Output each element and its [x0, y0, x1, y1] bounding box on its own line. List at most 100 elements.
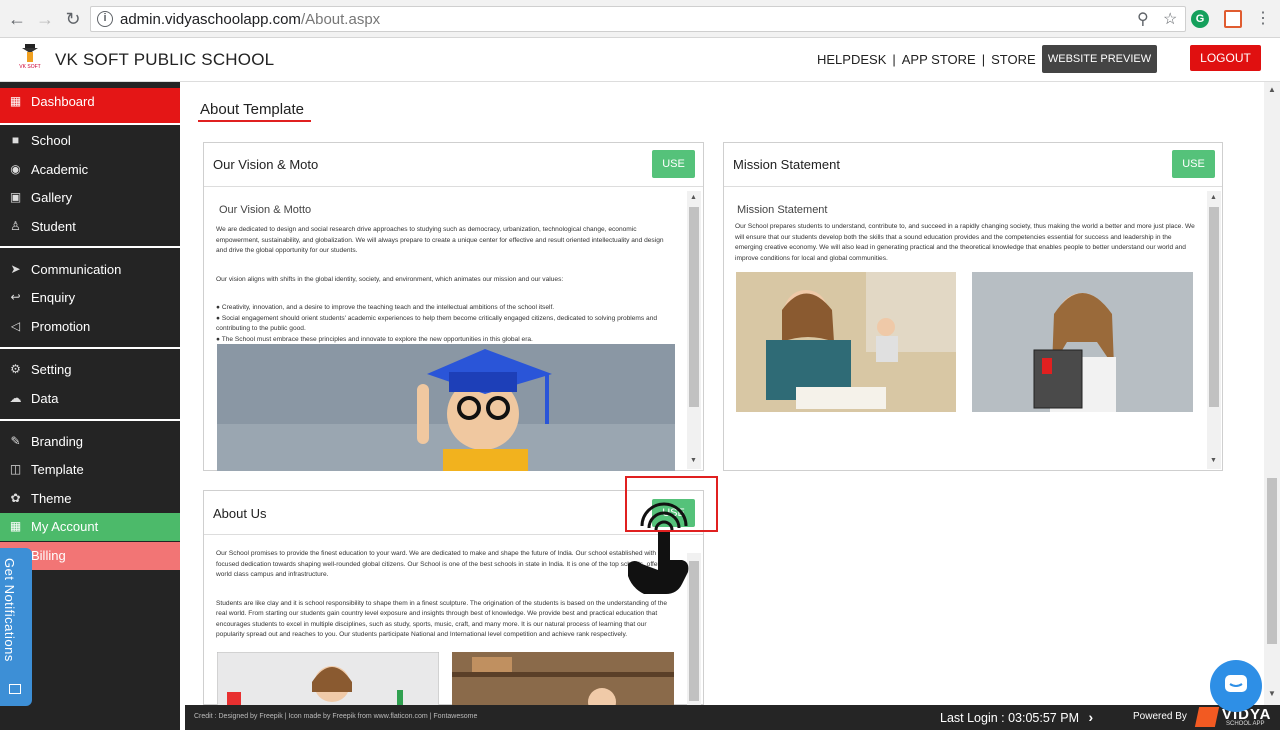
scroll-down-icon[interactable]: ▼ — [1268, 689, 1276, 698]
building-icon: ▦ — [9, 519, 22, 533]
card-title: Our Vision & Moto — [213, 157, 319, 172]
scroll-up-icon[interactable]: ▲ — [690, 194, 697, 201]
sidebar-item-label: Dashboard — [31, 94, 95, 109]
sidebar-item-theme[interactable]: ✿ Theme — [0, 485, 180, 513]
last-login: Last Login : 03:05:57 PM › — [940, 709, 1094, 725]
scroll-thumb[interactable] — [1209, 207, 1219, 407]
logout-button[interactable]: LOGOUT — [1190, 45, 1261, 71]
forward-icon[interactable]: → — [34, 8, 56, 30]
preview-paragraph: Our School prepares students to understa… — [735, 223, 1195, 262]
use-button[interactable]: USE — [1172, 150, 1215, 178]
student-writing-image — [736, 272, 956, 412]
library-image — [452, 652, 674, 706]
sidebar-item-label: Academic — [31, 162, 89, 177]
card-title: About Us — [213, 506, 267, 521]
footer: Credit : Designed by Freepik | Icon made… — [185, 705, 1280, 730]
template-preview[interactable]: Mission Statement Our School prepares st… — [735, 201, 1195, 416]
info-icon[interactable]: i — [97, 11, 113, 27]
sidebar-item-academic[interactable]: ◉ Academic — [0, 156, 180, 184]
student-holding-book-image — [972, 272, 1193, 412]
preview-paragraph: Students are like clay and it is school … — [216, 599, 668, 639]
store-link[interactable]: STORE — [991, 52, 1036, 67]
sidebar-item-label: Setting — [31, 362, 72, 377]
top-links: HELPDESK | APP STORE | STORE — [817, 52, 1036, 67]
sidebar-item-data[interactable]: ☁ Data — [0, 385, 180, 413]
sidebar-item-label: School — [31, 133, 71, 148]
preview-heading: Our Vision & Motto — [219, 204, 312, 216]
sidebar-item-my-account[interactable]: ▦ My Account — [0, 513, 180, 541]
student-icon: ♙ — [10, 219, 21, 233]
sidebar-item-template[interactable]: ◫ Template — [0, 456, 180, 484]
menu-icon[interactable]: ⋮ — [1252, 8, 1274, 30]
brand-sub: SCHOOL APP — [1226, 721, 1265, 727]
grammarly-icon[interactable]: G — [1191, 10, 1209, 28]
page-title: About Template — [200, 101, 304, 118]
sidebar-item-communication[interactable]: ➤ Communication — [0, 256, 180, 284]
preview-bullet: ● Creativity, innovation, and a desire t… — [216, 304, 555, 311]
card-scrollbar[interactable]: ▲ ▼ — [687, 191, 701, 469]
sidebar-item-enquiry[interactable]: ↩ Enquiry — [0, 284, 180, 312]
reload-icon[interactable]: ↻ — [62, 8, 84, 30]
star-icon[interactable]: ☆ — [1163, 9, 1177, 29]
scroll-up-icon[interactable]: ▲ — [1268, 85, 1276, 94]
sidebar-item-label: Data — [31, 391, 59, 406]
card-vision: Our Vision & Moto USE Our Vision & Motto… — [203, 142, 704, 471]
sidebar-item-gallery[interactable]: ▣ Gallery — [0, 184, 180, 212]
sidebar-item-label: Communication — [31, 262, 122, 277]
sidebar-item-label: Template — [31, 462, 84, 477]
preview-bullet: ● Social engagement should orient studen… — [216, 314, 658, 333]
school-icon: ■ — [11, 133, 20, 147]
scroll-thumb[interactable] — [689, 207, 699, 407]
powered-by: Powered By — [1133, 711, 1187, 722]
sidebar-item-label: Student — [31, 219, 76, 234]
card-header: Mission Statement USE — [724, 143, 1222, 187]
scroll-down-icon[interactable]: ▼ — [690, 457, 697, 464]
title-underline — [198, 120, 311, 122]
use-button[interactable]: USE — [652, 150, 695, 178]
scroll-up-icon[interactable]: ▲ — [1210, 194, 1217, 201]
rocket-icon: ➤ — [10, 262, 21, 276]
back-icon[interactable]: ← — [6, 8, 28, 30]
page-scrollbar[interactable]: ▲ ▼ — [1264, 82, 1280, 705]
reply-icon: ↩ — [10, 290, 21, 304]
sidebar-item-promotion[interactable]: ◁ Promotion — [0, 313, 180, 341]
dashboard-icon: ▦ — [9, 94, 22, 108]
scroll-down-icon[interactable]: ▼ — [1210, 457, 1217, 464]
extension-icon[interactable] — [1224, 10, 1242, 28]
chat-button[interactable] — [1210, 660, 1262, 712]
zoom-icon[interactable]: ⚲ — [1137, 9, 1149, 29]
card-header: Our Vision & Moto USE — [204, 143, 703, 187]
sidebar-item-label: Billing — [31, 548, 66, 563]
preview-paragraph: Our vision aligns with shifts in the glo… — [216, 275, 564, 283]
browser-toolbar: ← → ↻ i admin.vidyaschoolapp.com/About.a… — [0, 0, 1280, 38]
layout-icon: ◫ — [9, 462, 22, 476]
sidebar-item-label: My Account — [31, 519, 99, 534]
card-mission: Mission Statement USE Mission Statement … — [723, 142, 1223, 471]
card-title: Mission Statement — [733, 157, 840, 172]
sidebar-divider — [0, 347, 180, 349]
tap-hand-icon — [628, 502, 689, 594]
palette-icon: ✿ — [10, 491, 21, 505]
sidebar-item-student[interactable]: ♙ Student — [0, 213, 180, 241]
sidebar-item-setting[interactable]: ⚙ Setting — [0, 356, 180, 384]
app-header: VK SOFT VK SOFT PUBLIC SCHOOL HELPDESK | A… — [0, 38, 1280, 82]
gear-icon: ⚙ — [10, 362, 21, 376]
template-preview[interactable]: Our School promises to provide the fines… — [216, 549, 676, 706]
sidebar-item-label: Branding — [31, 434, 84, 449]
sidebar-item-school[interactable]: ■ School — [0, 127, 180, 155]
sidebar-item-branding[interactable]: ✎ Branding — [0, 428, 180, 456]
get-notifications-tab[interactable]: Get Notifications — [0, 548, 32, 706]
chat-icon — [1225, 675, 1247, 692]
address-bar[interactable]: i admin.vidyaschoolapp.com/About.aspx ⚲ … — [90, 6, 1186, 32]
image-icon: ▣ — [9, 190, 22, 204]
app-store-link[interactable]: APP STORE — [902, 52, 976, 67]
graduate-boy-image — [217, 344, 675, 471]
helpdesk-link[interactable]: HELPDESK — [817, 52, 886, 67]
sidebar-item-label: Promotion — [31, 319, 91, 334]
scroll-thumb[interactable] — [1267, 478, 1277, 644]
cloud-icon: ☁ — [9, 391, 22, 405]
card-scrollbar[interactable]: ▲ ▼ — [1207, 191, 1221, 469]
sidebar-item-dashboard[interactable]: ▦ Dashboard — [0, 88, 180, 123]
website-preview-button[interactable]: WEBSITE PREVIEW — [1042, 45, 1157, 73]
template-preview[interactable]: Our Vision & Motto We are dedicated to d… — [216, 201, 676, 471]
